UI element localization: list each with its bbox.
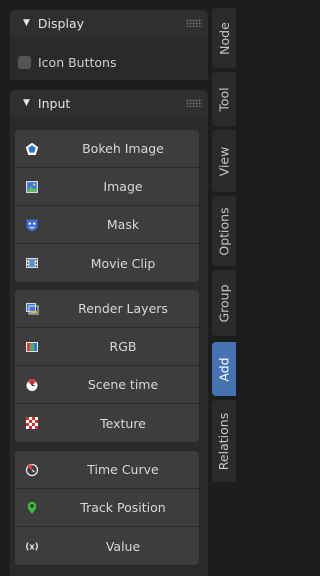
tab-group[interactable]: Group bbox=[212, 270, 236, 336]
movie-clip-icon bbox=[26, 258, 38, 268]
icon-buttons-checkbox[interactable] bbox=[18, 56, 31, 69]
tab-label: Options bbox=[216, 206, 232, 256]
time-curve-button[interactable]: Time Curve bbox=[15, 451, 199, 489]
button-label: Mask bbox=[106, 217, 140, 232]
tab-view[interactable]: View bbox=[212, 130, 236, 192]
render-layers-button[interactable]: Render Layers bbox=[15, 290, 199, 328]
input-button-group: Bokeh Image Image Mask Movie Clip bbox=[15, 130, 199, 282]
texture-button[interactable]: Texture bbox=[15, 404, 199, 442]
expand-triangle-icon: ▼ bbox=[23, 98, 30, 108]
tab-label: View bbox=[216, 146, 232, 176]
tab-node[interactable]: Node bbox=[212, 8, 236, 68]
bokeh-image-icon bbox=[25, 142, 39, 155]
drag-grip-icon[interactable] bbox=[186, 99, 202, 107]
sidebar-tabs: Node Tool View Options Group Add Relatio… bbox=[210, 0, 249, 576]
track-position-button[interactable]: Track Position bbox=[15, 489, 199, 527]
display-panel-header[interactable]: ▼ Display bbox=[10, 10, 208, 36]
mask-icon bbox=[26, 219, 38, 231]
tab-relations[interactable]: Relations bbox=[212, 400, 236, 482]
image-button[interactable]: Image bbox=[15, 168, 199, 206]
bokeh-image-button[interactable]: Bokeh Image bbox=[15, 130, 199, 168]
button-label: Texture bbox=[100, 415, 146, 431]
tab-add[interactable]: Add bbox=[212, 342, 236, 396]
scene-time-icon bbox=[26, 379, 38, 391]
scene-time-button[interactable]: Scene time bbox=[15, 366, 199, 404]
button-label: Image bbox=[103, 179, 143, 194]
tab-label: Group bbox=[216, 283, 232, 323]
button-label: Render Layers bbox=[78, 301, 168, 316]
rgb-icon bbox=[26, 342, 38, 352]
image-icon bbox=[26, 181, 38, 193]
time-curve-icon bbox=[25, 463, 39, 477]
button-label: Value bbox=[105, 538, 141, 554]
button-label: Track Position bbox=[80, 500, 166, 515]
icon-buttons-label: Icon Buttons bbox=[38, 55, 117, 70]
texture-icon bbox=[26, 417, 38, 429]
value-button[interactable]: (x) Value bbox=[15, 527, 199, 565]
input-button-group: Render Layers RGB Scene time Texture bbox=[15, 290, 199, 442]
tab-label: Add bbox=[216, 356, 232, 382]
display-panel-title: Display bbox=[37, 15, 84, 31]
button-label: RGB bbox=[109, 339, 137, 354]
track-position-icon bbox=[27, 501, 37, 514]
drag-grip-icon[interactable] bbox=[186, 19, 202, 27]
mask-button[interactable]: Mask bbox=[15, 206, 199, 244]
button-label: Movie Clip bbox=[90, 255, 156, 271]
tab-label: Node bbox=[216, 21, 232, 55]
input-panel-title: Input bbox=[37, 95, 71, 111]
movie-clip-button[interactable]: Movie Clip bbox=[15, 244, 199, 282]
render-layers-icon bbox=[26, 303, 39, 315]
icon-buttons-checkbox-row[interactable]: Icon Buttons bbox=[18, 55, 117, 70]
button-label: Bokeh Image bbox=[82, 141, 164, 156]
rgb-button[interactable]: RGB bbox=[15, 328, 199, 366]
tab-tool[interactable]: Tool bbox=[212, 72, 236, 126]
expand-triangle-icon: ▼ bbox=[23, 18, 30, 28]
button-label: Scene time bbox=[87, 377, 159, 392]
tab-options[interactable]: Options bbox=[212, 196, 236, 266]
input-panel-header[interactable]: ▼ Input bbox=[10, 90, 208, 116]
sidebar-panel-area: ▼ Display Icon Buttons ▼ Input Bokeh Ima… bbox=[0, 0, 209, 576]
tab-label: Tool bbox=[216, 86, 232, 112]
svg-text:(x): (x) bbox=[25, 543, 38, 553]
value-icon: (x) bbox=[25, 543, 38, 553]
tab-label: Relations bbox=[216, 412, 232, 470]
button-label: Time Curve bbox=[87, 462, 159, 477]
input-button-group: Time Curve Track Position (x) Value bbox=[15, 451, 199, 565]
